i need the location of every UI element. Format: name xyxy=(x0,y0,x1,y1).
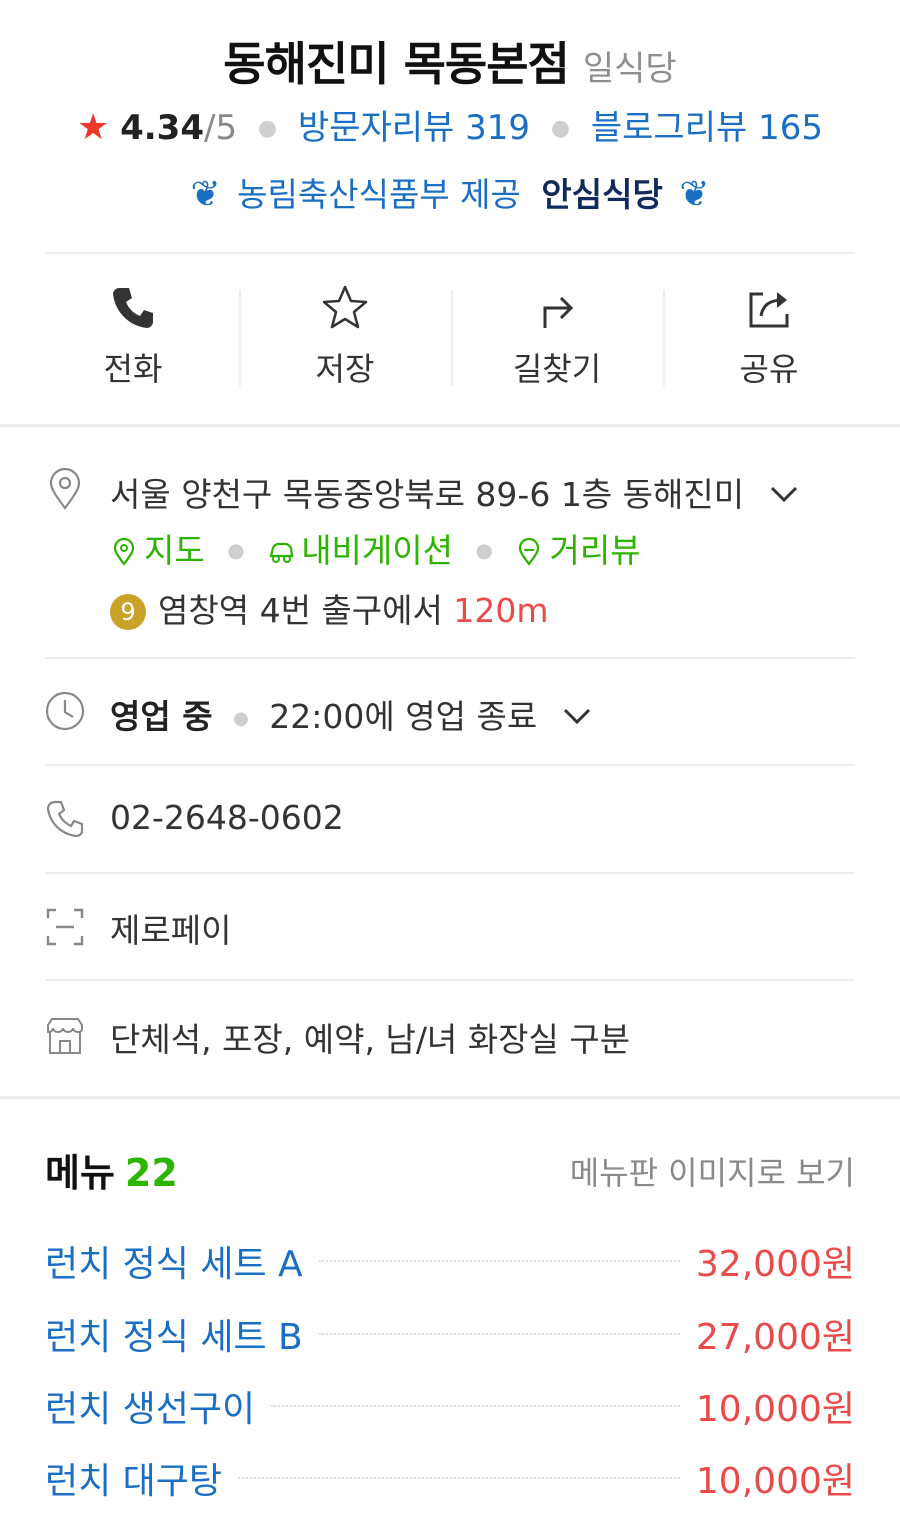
navigation-link[interactable]: 내비게이션 xyxy=(267,531,453,570)
subway-distance: 120m xyxy=(453,591,549,630)
rating-row: ★ 4.34/5 ● 방문자리뷰 319 ● 블로그리뷰 165 xyxy=(0,100,900,149)
qr-scan-icon xyxy=(46,908,84,946)
place-header: 동해진미 목동본점 일식당 ★ 4.34/5 ● 방문자리뷰 319 ● 블로그리… xyxy=(0,0,900,252)
save-button[interactable]: 저장 xyxy=(239,268,451,408)
share-icon xyxy=(749,292,789,328)
menu-item[interactable]: 런치 생선구이 10,000원 xyxy=(45,1378,855,1434)
star-outline-icon xyxy=(322,285,368,329)
visitor-review-link[interactable]: 방문자리뷰 319 xyxy=(298,108,530,148)
menu-item-price: 27,000원 xyxy=(695,1317,855,1358)
menu-item-name: 런치 대구탕 xyxy=(45,1461,223,1502)
menu-item-name: 런치 정식 세트 A xyxy=(45,1244,303,1285)
menu-item-price: 32,000원 xyxy=(695,1244,855,1285)
separator-dot: ● xyxy=(475,538,493,562)
separator-dot: ● xyxy=(257,116,278,141)
menu-title-label: 메뉴 xyxy=(45,1151,115,1195)
title-row: 동해진미 목동본점 일식당 xyxy=(0,28,900,94)
payment-text: 제로페이 xyxy=(110,911,232,950)
streetview-link-label: 거리뷰 xyxy=(549,531,641,570)
dotted-leader xyxy=(318,1333,680,1335)
phone-section[interactable]: 02-2648-0602 xyxy=(0,766,900,872)
divider xyxy=(45,657,855,659)
payment-section: 제로페이 xyxy=(0,874,900,980)
badge-strong: 안심식당 xyxy=(541,175,663,214)
dotted-leader xyxy=(238,1477,680,1479)
menu-item-name: 런치 생선구이 xyxy=(45,1389,256,1430)
chevron-down-icon xyxy=(563,708,590,725)
phone-number[interactable]: 02-2648-0602 xyxy=(110,798,344,837)
chevron-down-icon xyxy=(770,486,797,503)
clock-icon xyxy=(45,691,85,731)
place-category: 일식당 xyxy=(582,49,677,89)
blog-review-link[interactable]: 블로그리뷰 165 xyxy=(591,108,823,148)
separator-dot: ● xyxy=(227,538,245,562)
share-label: 공유 xyxy=(739,350,799,388)
navigation-link-label: 내비게이션 xyxy=(301,531,453,570)
address-links: 지도 ● 내비게이션 ● 거리뷰 xyxy=(110,524,641,572)
subway-line-badge: 9 xyxy=(110,594,146,630)
dotted-leader xyxy=(271,1405,680,1407)
streetview-link[interactable]: 거리뷰 xyxy=(515,531,641,570)
laurel-right-icon: ❦ xyxy=(679,174,710,215)
place-name: 동해진미 목동본점 xyxy=(223,37,570,91)
subway-exit: 4번 출구에서 xyxy=(249,591,454,630)
facilities-section: 단체석, 포장, 예약, 남/녀 화장실 구분 xyxy=(0,981,900,1093)
menu-header: 메뉴 22 메뉴판 이미지로 보기 xyxy=(45,1142,855,1202)
address-value: 서울 양천구 목동중앙북로 89-6 1층 동해진미 xyxy=(110,475,745,514)
map-pin-icon xyxy=(113,538,135,566)
star-icon: ★ xyxy=(77,107,110,148)
badge-prefix: 농림축산식품부 제공 xyxy=(237,175,521,214)
directions-label: 길찾기 xyxy=(512,350,602,388)
save-label: 저장 xyxy=(315,350,375,388)
directions-button[interactable]: 길찾기 xyxy=(451,268,663,408)
facilities-text: 단체석, 포장, 예약, 남/녀 화장실 구분 xyxy=(110,1020,631,1059)
menu-item[interactable]: 런치 대구탕 10,000원 xyxy=(45,1450,855,1506)
directions-icon xyxy=(543,296,574,328)
location-pin-icon xyxy=(49,468,81,510)
section-divider xyxy=(0,424,900,427)
closing-time: 22:00에 영업 종료 xyxy=(269,697,538,736)
divider xyxy=(45,252,855,254)
safe-restaurant-badge: ❦ 농림축산식품부 제공 안심식당 ❦ xyxy=(0,168,900,216)
menu-board-link[interactable]: 메뉴판 이미지로 보기 xyxy=(570,1148,855,1194)
address-text[interactable]: 서울 양천구 목동중앙북로 89-6 1층 동해진미 xyxy=(110,468,799,516)
action-bar: 전화 저장 길찾기 공유 xyxy=(27,268,875,408)
menu-item-name: 런치 정식 세트 B xyxy=(45,1317,303,1358)
phone-outline-icon xyxy=(46,800,84,838)
menu-item[interactable]: 런치 정식 세트 A 32,000원 xyxy=(45,1233,855,1289)
section-divider xyxy=(0,1096,900,1099)
address-section: 서울 양천구 목동중앙북로 89-6 1층 동해진미 지도 ● 내비게이션 ● … xyxy=(0,460,900,640)
menu-item-price: 10,000원 xyxy=(695,1389,855,1430)
call-label: 전화 xyxy=(103,350,163,388)
menu-item-price: 10,000원 xyxy=(695,1461,855,1502)
open-status: 영업 중 xyxy=(110,697,213,736)
menu-title: 메뉴 22 xyxy=(45,1142,178,1197)
hours-text: 영업 중 ● 22:00에 영업 종료 xyxy=(110,690,592,738)
subway-info: 9 염창역 4번 출구에서 120m xyxy=(110,584,549,632)
rating-max: /5 xyxy=(204,108,238,148)
separator-dot: ● xyxy=(550,116,571,141)
laurel-left-icon: ❦ xyxy=(190,174,221,215)
phone-icon xyxy=(113,288,153,328)
menu-count: 22 xyxy=(124,1151,178,1195)
subway-station: 염창역 xyxy=(158,591,250,630)
streetview-icon xyxy=(519,538,540,566)
call-button[interactable]: 전화 xyxy=(27,268,239,408)
hours-section[interactable]: 영업 중 ● 22:00에 영업 종료 xyxy=(0,660,900,764)
store-icon xyxy=(47,1018,83,1054)
rating-value: 4.34 xyxy=(120,108,204,148)
map-link[interactable]: 지도 xyxy=(110,531,205,570)
car-icon xyxy=(269,542,294,563)
menu-item[interactable]: 런치 정식 세트 B 27,000원 xyxy=(45,1306,855,1362)
separator-dot: ● xyxy=(233,708,249,729)
dotted-leader xyxy=(318,1260,680,1262)
share-button[interactable]: 공유 xyxy=(663,268,875,408)
map-link-label: 지도 xyxy=(144,531,205,570)
